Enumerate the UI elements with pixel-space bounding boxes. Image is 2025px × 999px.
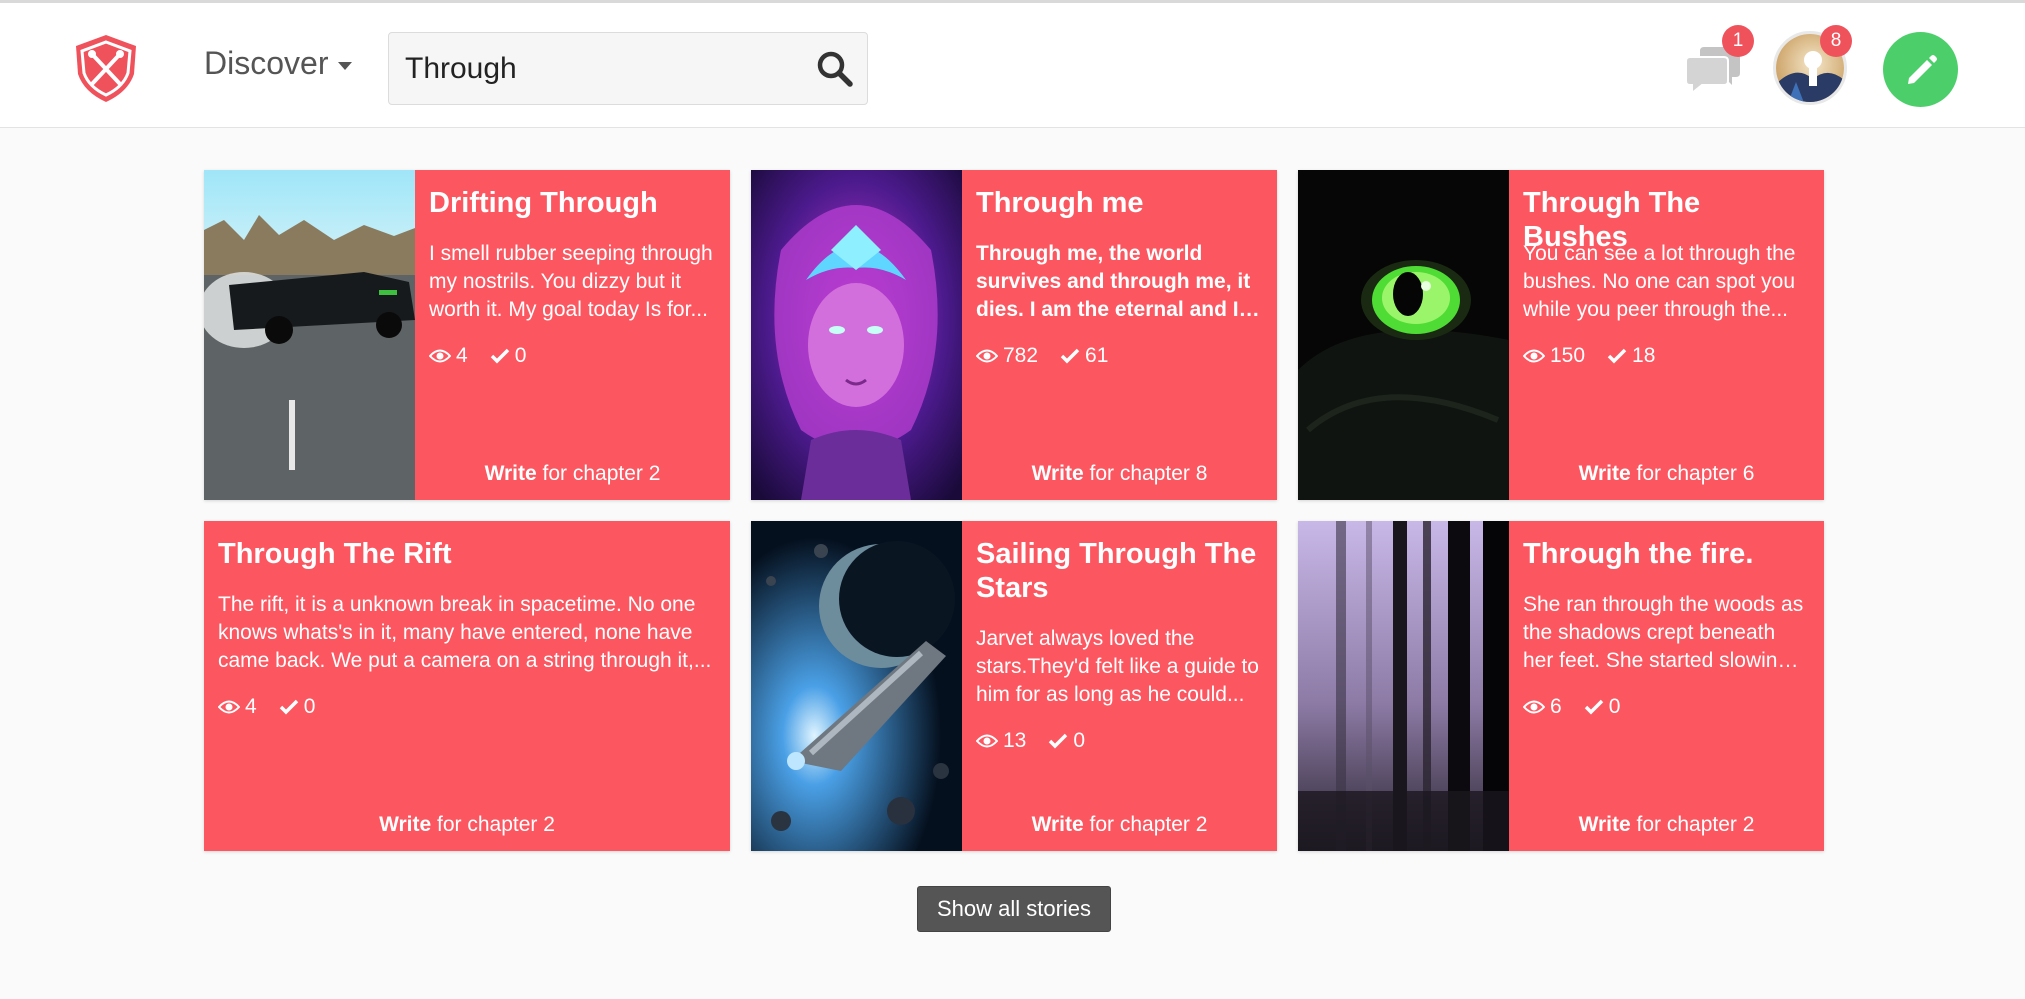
cta-rest: for chapter 6 (1636, 462, 1755, 485)
eye-icon (429, 349, 451, 363)
cta-action: Write (1031, 813, 1084, 836)
story-card[interactable]: Through me Through me, the world survive… (751, 170, 1277, 500)
views-count: 4 (456, 344, 468, 367)
eye-icon (1523, 349, 1545, 363)
story-stats: 782 61 (976, 344, 1130, 368)
views-count: 4 (245, 695, 257, 718)
story-cover-image (751, 521, 962, 851)
check-icon (1060, 348, 1080, 364)
shield-logo-icon[interactable] (70, 32, 142, 104)
show-all-stories-button[interactable]: Show all stories (917, 886, 1111, 932)
write-chapter-link[interactable]: Write for chapter 2 (962, 813, 1277, 837)
cta-rest: for chapter 2 (437, 813, 555, 836)
completions-count: 0 (514, 344, 527, 367)
eye-icon (976, 349, 998, 363)
cta-rest: for chapter 2 (1636, 813, 1755, 836)
write-chapter-link[interactable]: Write for chapter 8 (962, 462, 1277, 486)
caret-down-icon (338, 61, 353, 70)
story-title[interactable]: Through the fire. (1523, 537, 1810, 571)
discover-dropdown[interactable]: Discover (204, 45, 353, 82)
notifications-badge: 8 (1820, 25, 1852, 57)
completions-count: 18 (1632, 344, 1656, 367)
write-story-button[interactable] (1883, 32, 1958, 107)
eye-icon (976, 734, 998, 748)
story-card[interactable]: Drifting Through I smell rubber seeping … (204, 170, 730, 500)
story-card[interactable]: Through The Bushes You can see a lot thr… (1298, 170, 1824, 500)
story-stats: 13 0 (976, 729, 1107, 753)
story-excerpt: Through me, the world survives and throu… (976, 242, 1251, 321)
story-title[interactable]: Through me (976, 186, 1263, 220)
write-chapter-link[interactable]: Write for chapter 2 (204, 813, 730, 837)
completions-count: 0 (1608, 695, 1621, 718)
views-count: 6 (1550, 695, 1562, 718)
cta-action: Write (1031, 462, 1084, 485)
views-count: 150 (1550, 344, 1586, 367)
write-chapter-link[interactable]: Write for chapter 6 (1509, 462, 1824, 486)
eye-icon (218, 700, 240, 714)
pencil-icon (1908, 55, 1937, 84)
story-title[interactable]: Sailing Through The Stars (976, 537, 1263, 605)
cta-action: Write (379, 813, 432, 836)
story-cover-image (751, 170, 962, 500)
story-cover-image (1298, 521, 1509, 851)
cta-rest: for chapter 2 (1089, 813, 1208, 836)
check-icon (279, 699, 298, 715)
story-title[interactable]: Drifting Through (429, 186, 716, 220)
write-chapter-link[interactable]: Write for chapter 2 (1509, 813, 1824, 837)
completions-count: 61 (1085, 344, 1109, 367)
write-chapter-link[interactable]: Write for chapter 2 (415, 462, 730, 486)
story-card[interactable]: Through the fire. She ran through the wo… (1298, 521, 1824, 851)
story-card[interactable]: Sailing Through The Stars Jarvet always … (751, 521, 1277, 851)
top-navbar: Discover 1 8 (0, 3, 2025, 128)
completions-count: 0 (1073, 729, 1086, 752)
story-excerpt: Jarvet always loved the stars.They'd fel… (976, 627, 1259, 706)
check-icon (1584, 699, 1603, 715)
check-icon (490, 348, 509, 364)
story-excerpt: You can see a lot through the bushes. No… (1523, 242, 1796, 321)
cta-action: Write (484, 462, 537, 485)
story-stats: 4 0 (218, 695, 337, 719)
story-cover-image (204, 170, 415, 500)
cta-action: Write (1578, 813, 1631, 836)
views-count: 13 (1003, 729, 1027, 752)
story-stats: 4 0 (429, 344, 548, 368)
story-stats: 150 18 (1523, 344, 1677, 368)
search-input[interactable] (389, 33, 799, 104)
story-cover-image (1298, 170, 1509, 500)
story-excerpt: She ran through the woods as the shadows… (1523, 593, 1804, 672)
story-stats: 6 0 (1523, 695, 1642, 719)
story-excerpt: I smell rubber seeping through my nostri… (429, 242, 713, 321)
story-title[interactable]: Through The Rift (218, 537, 716, 571)
discover-label: Discover (204, 45, 329, 81)
search-box (388, 32, 868, 105)
story-card[interactable]: Through The Rift The rift, it is a unkno… (204, 521, 730, 851)
check-icon (1049, 733, 1068, 749)
completions-count: 0 (303, 695, 316, 718)
views-count: 782 (1003, 344, 1039, 367)
messages-badge: 1 (1722, 25, 1754, 57)
cta-action: Write (1578, 462, 1631, 485)
search-icon[interactable] (815, 49, 855, 89)
cta-rest: for chapter 8 (1089, 462, 1208, 485)
cta-rest: for chapter 2 (542, 462, 661, 485)
check-icon (1607, 348, 1627, 364)
story-excerpt: The rift, it is a unknown break in space… (218, 593, 712, 672)
eye-icon (1523, 700, 1545, 714)
